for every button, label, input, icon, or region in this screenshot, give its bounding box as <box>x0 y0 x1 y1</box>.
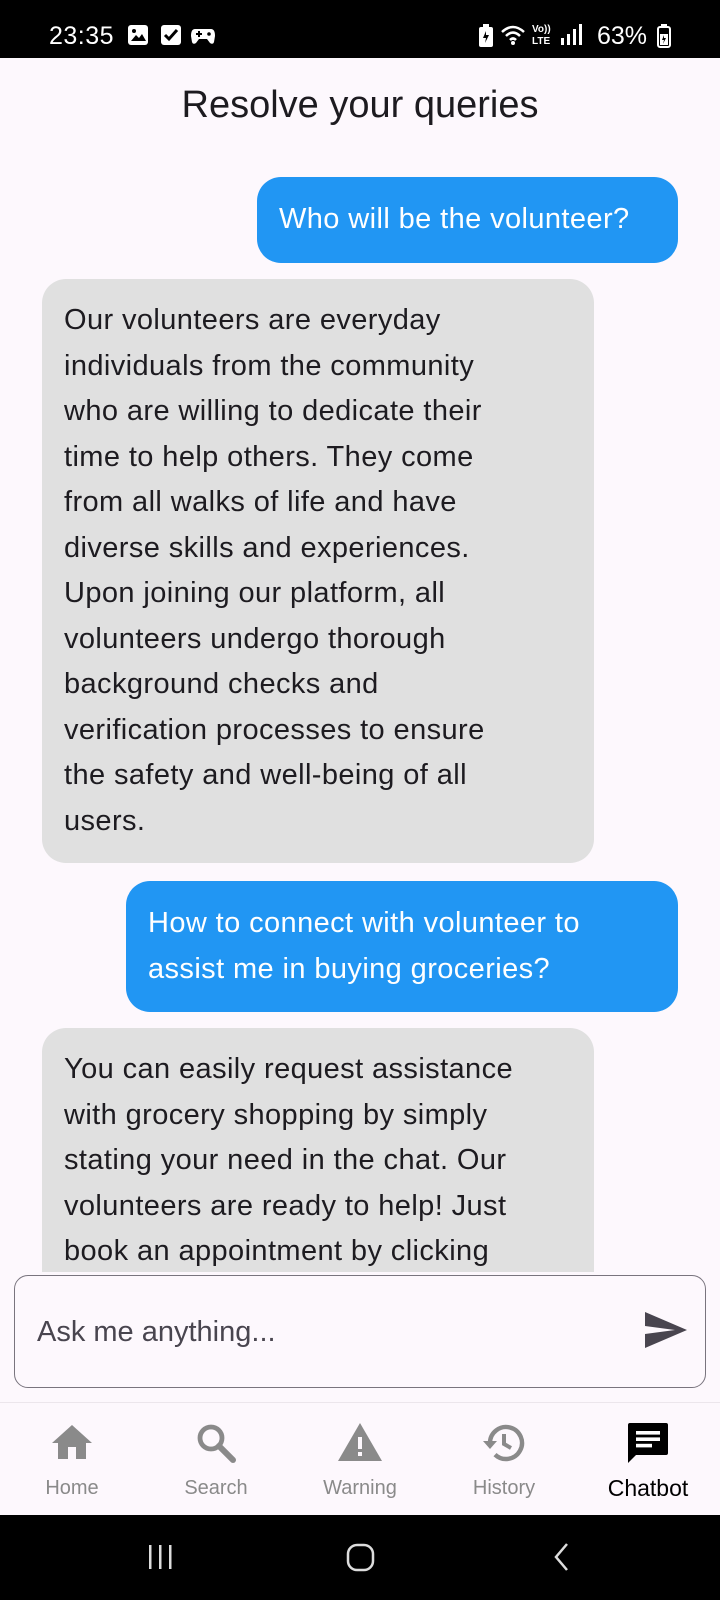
battery-percent: 63% <box>597 22 648 50</box>
system-navigation-bar <box>0 1515 720 1600</box>
nav-label: Warning <box>323 1477 397 1499</box>
nav-label: Home <box>45 1477 99 1499</box>
message-line: diverse skills and experiences. <box>64 531 470 564</box>
svg-text:Vo)): Vo)) <box>532 24 551 35</box>
status-bar: 23:35 Vo)) LTE 63% <box>0 0 720 58</box>
message-line: stating your need in the chat. Our <box>64 1144 507 1176</box>
chat-messages[interactable]: Who will be the volunteer? Our volunteer… <box>0 160 720 1272</box>
bot-message: You can easily request assistance with g… <box>42 1028 594 1272</box>
message-input[interactable] <box>35 1306 599 1358</box>
message-line: from all walks of life and have <box>64 486 457 518</box>
chat-icon <box>628 1423 668 1463</box>
message-line: You can easily request assistance <box>64 1053 514 1085</box>
battery-saver-icon <box>479 24 493 47</box>
message-line: verification processes to ensure <box>64 713 485 746</box>
gallery-icon <box>128 25 148 45</box>
recent-apps-icon[interactable] <box>146 1541 176 1575</box>
message-line: who are willing to dedicate their <box>64 395 482 427</box>
nav-search[interactable]: Search <box>144 1403 288 1516</box>
bot-message: Our volunteers are everyday individuals … <box>42 279 594 863</box>
search-icon <box>197 1424 236 1463</box>
user-message: How to connect with volunteer to assist … <box>126 881 678 1012</box>
bottom-navigation: Home Search Warning History Chatbot <box>0 1402 720 1516</box>
nav-label: History <box>472 1477 536 1499</box>
message-line: Who will be the volunteer? <box>279 203 630 235</box>
message-line: the safety and well-being of all <box>64 759 467 791</box>
history-icon <box>483 1424 525 1462</box>
nav-label: Chatbot <box>607 1475 689 1501</box>
message-line: volunteers undergo thorough <box>64 622 446 655</box>
message-line: background checks and <box>64 668 379 700</box>
signal-icon <box>561 24 582 45</box>
message-line: volunteers are ready to help! Just <box>64 1189 507 1222</box>
message-input-container <box>14 1275 706 1388</box>
home-button-icon[interactable] <box>344 1541 378 1575</box>
message-line: assist me in buying groceries? <box>148 952 551 985</box>
wifi-icon <box>501 25 525 45</box>
message-line: Our volunteers are everyday <box>64 304 441 336</box>
message-line: Upon joining our platform, all <box>64 577 446 609</box>
user-message: Who will be the volunteer? <box>257 177 678 263</box>
message-line: individuals from the community <box>64 349 475 382</box>
page-title: Resolve your queries <box>181 84 539 126</box>
status-time: 23:35 <box>49 22 115 50</box>
message-line: How to connect with volunteer to <box>148 907 580 939</box>
nav-history[interactable]: History <box>432 1403 576 1516</box>
volte-icon: Vo)) LTE <box>532 24 551 47</box>
battery-icon <box>657 24 671 48</box>
gamepad-icon <box>191 29 215 44</box>
back-icon[interactable] <box>550 1541 574 1575</box>
check-icon <box>161 25 181 45</box>
nav-label: Search <box>184 1477 248 1499</box>
send-icon[interactable] <box>641 1306 689 1354</box>
svg-text:LTE: LTE <box>532 36 550 47</box>
nav-warning[interactable]: Warning <box>288 1403 432 1516</box>
warning-icon <box>338 1423 382 1461</box>
message-line: book an appointment by clicking <box>64 1235 490 1267</box>
nav-chatbot[interactable]: Chatbot <box>576 1403 720 1516</box>
message-line: time to help others. They come <box>64 440 474 473</box>
home-icon <box>52 1425 92 1459</box>
message-line: users. <box>64 804 146 837</box>
message-line: with grocery shopping by simply <box>64 1098 488 1131</box>
nav-home[interactable]: Home <box>0 1403 144 1516</box>
